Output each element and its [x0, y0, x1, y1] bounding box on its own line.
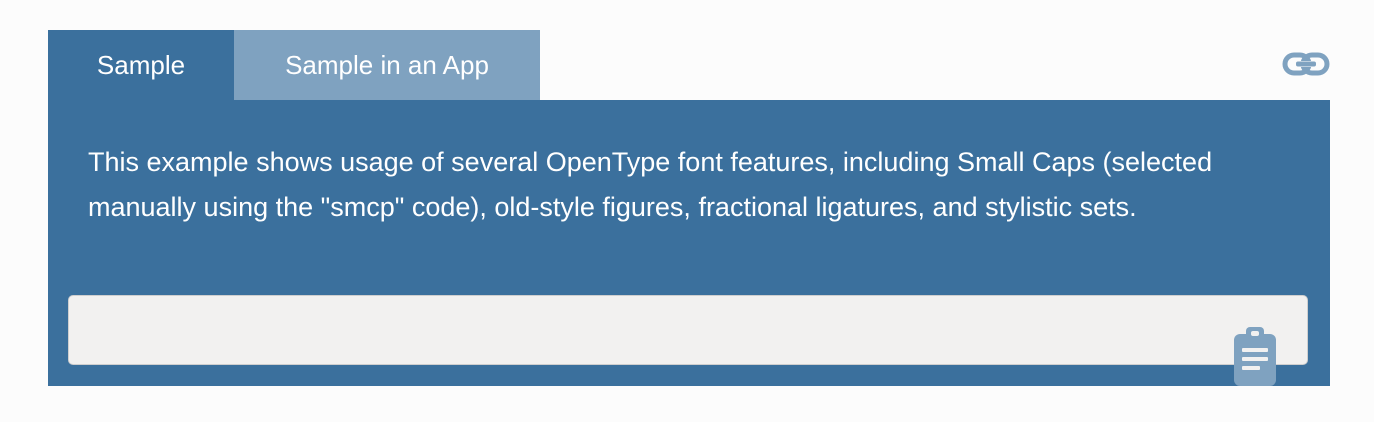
link-icon[interactable]: [1282, 50, 1330, 82]
clipboard-icon[interactable]: [1232, 324, 1278, 386]
code-box[interactable]: [68, 295, 1308, 365]
sample-widget: Sample Sample in an App This example sho…: [48, 30, 1330, 386]
sample-description: This example shows usage of several Open…: [88, 147, 1213, 222]
tab-sample-in-an-app[interactable]: Sample in an App: [234, 30, 540, 100]
tab-bar: Sample Sample in an App: [48, 30, 1330, 100]
tab-sample[interactable]: Sample: [48, 30, 234, 100]
sample-panel: This example shows usage of several Open…: [48, 100, 1330, 386]
